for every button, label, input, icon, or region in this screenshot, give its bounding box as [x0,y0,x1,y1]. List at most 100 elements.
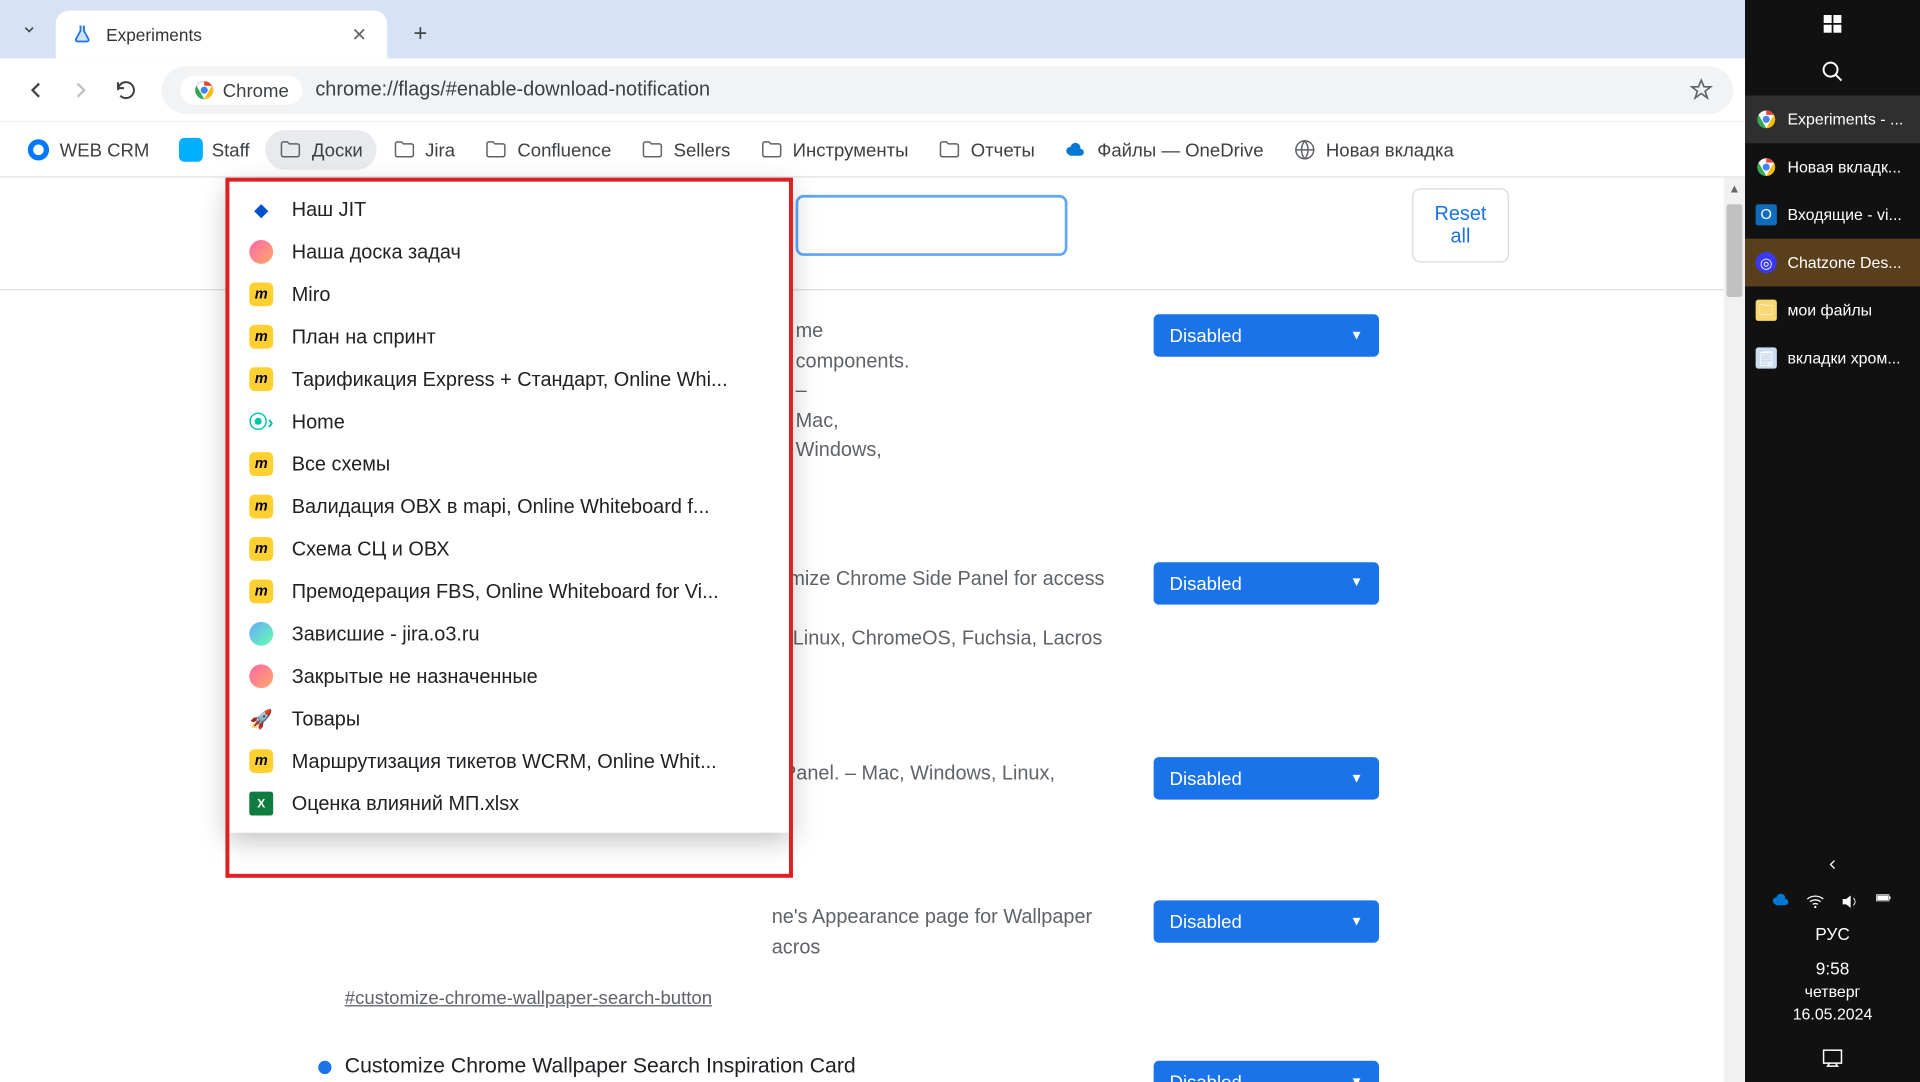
bookmark-label: WEB CRM [60,139,150,160]
new-tab-button[interactable]: + [400,13,440,53]
site-icon: ⦿› [249,410,273,434]
flag-state-select[interactable]: Disabled▼ [1154,757,1379,799]
bookmark-item[interactable]: WEB CRM [13,129,162,169]
dropdown-item[interactable]: Наша доска задач [228,231,790,273]
dropdown-item-label: Закрытые не назначенные [292,665,538,688]
flag-desc-fragment: tomize Chrome Side Panel for access to [772,564,1114,624]
onedrive-tray-icon[interactable] [1770,891,1791,912]
bookmark-item[interactable]: Confluence [471,129,625,169]
bookmarks-folder-dropdown: ◆Наш JITНаша доска задачmMiromПлан на сп… [228,180,790,832]
dropdown-item[interactable]: ⦿›Home [228,400,790,442]
folder-icon [640,137,664,161]
scrollbar-thumb[interactable] [1726,204,1742,297]
taskbar-item-label: Входящие - vi... [1787,206,1901,225]
site-chip[interactable]: Chrome [180,75,302,104]
wifi-tray-icon[interactable] [1805,891,1826,912]
flask-icon [72,24,93,45]
flag-title: Customize Chrome Wallpaper Search Inspir… [345,1055,856,1079]
dropdown-item-label: Наша доска задач [292,241,461,264]
miro-icon: m [249,282,273,306]
tab-title: Experiments [106,25,202,45]
dropdown-item[interactable]: Закрытые не назначенные [228,655,790,697]
chevron-down-icon: ▼ [1350,914,1363,929]
site-icon [249,664,273,688]
bookmark-label: Staff [212,139,250,160]
flag-state-select[interactable]: Disabled▼ [1154,900,1379,942]
chrome-icon [1756,156,1777,177]
bookmark-item[interactable]: Staff [165,129,263,169]
flag-state-select[interactable]: Disabled▼ [1154,314,1379,356]
flag-state-select[interactable]: Disabled▼ [1154,1061,1379,1082]
tabs-dropdown-button[interactable] [11,11,48,48]
taskbar-item[interactable]: OВходящие - vi... [1745,191,1920,239]
dropdown-item[interactable]: Зависшие - jira.o3.ru [228,613,790,655]
back-button[interactable] [13,67,58,112]
action-center-button[interactable] [1745,1034,1920,1082]
clock[interactable]: 9:58 четверг 16.05.2024 [1793,958,1873,1027]
chevron-down-icon: ▼ [1350,575,1363,590]
reload-button[interactable] [103,67,148,112]
flag-anchor-link[interactable]: #customize-chrome-wallpaper-search-butto… [318,987,712,1008]
address-bar[interactable]: Chrome chrome://flags/#enable-download-n… [162,66,1733,114]
dropdown-item-label: План на спринт [292,326,436,349]
reset-all-button[interactable]: Reset all [1412,188,1509,262]
app-icon: ◎ [1756,252,1777,273]
bookmark-item[interactable]: Новая вкладка [1279,129,1467,169]
bookmark-item[interactable]: Jira [379,129,469,169]
volume-tray-icon[interactable] [1839,891,1860,912]
chevron-down-icon: ▼ [1350,1075,1363,1082]
dropdown-item[interactable]: m Miro [228,273,790,315]
bookmark-item[interactable]: Файлы — OneDrive [1051,129,1277,169]
miro-icon: m [249,537,273,561]
start-button[interactable] [1745,0,1920,48]
folder-icon [279,137,303,161]
dropdown-item[interactable]: mВсе схемы [228,443,790,485]
bookmark-item[interactable]: Инструменты [746,129,921,169]
excel-icon: X [249,792,273,816]
site-chip-label: Chrome [223,79,289,100]
tab-close-button[interactable]: ✕ [347,23,371,47]
dropdown-item[interactable]: mТарификация Express + Стандарт, Online … [228,358,790,400]
bookmark-star-icon[interactable] [1688,76,1715,103]
flag-desc-fragment: ne's Appearance page for Wallpaper [772,903,1114,933]
chevron-down-icon: ▼ [1350,328,1363,343]
taskbar-item[interactable]: 🗒вкладки хром... [1745,334,1920,382]
bookmark-label: Файлы — OneDrive [1097,139,1263,160]
dropdown-item[interactable]: mПремодерация FBS, Online Whiteboard for… [228,570,790,612]
bookmark-item[interactable]: Отчеты [924,129,1048,169]
flag-state-select[interactable]: Disabled▼ [1154,562,1379,604]
dropdown-item-label: Товары [292,707,360,730]
dropdown-item-label: Премодерация FBS, Online Whiteboard for … [292,580,719,603]
folder-icon [938,137,962,161]
taskbar-item[interactable]: Новая вкладк... [1745,143,1920,191]
taskbar-item[interactable]: 🗀мои файлы [1745,286,1920,334]
site-icon [179,137,203,161]
flags-search-input[interactable] [796,195,1068,256]
miro-icon: m [249,325,273,349]
dropdown-item[interactable]: m План на спринт [228,316,790,358]
battery-tray-icon[interactable] [1874,891,1895,912]
bookmark-item[interactable]: Sellers [627,129,743,169]
jira-icon: ◆ [249,198,273,222]
input-language-indicator[interactable]: РУС [1815,923,1850,947]
dropdown-item[interactable]: XОценка влияний МП.xlsx [228,782,790,824]
dropdown-item[interactable]: mСхема СЦ и ОВХ [228,528,790,570]
folder-icon [392,137,416,161]
dropdown-item[interactable]: ◆Наш JIT [228,188,790,230]
dropdown-item[interactable]: mМаршрутизация тикетов WCRM, Online Whit… [228,740,790,782]
tray-expand-button[interactable] [1745,846,1920,883]
dropdown-item-label: Miro [292,283,331,306]
folder-icon [760,137,784,161]
dropdown-item[interactable]: mВалидация ОВХ в mapi, Online Whiteboard… [228,485,790,527]
tab[interactable]: Experiments ✕ [56,11,388,59]
taskbar-item[interactable]: Experiments - ... [1745,95,1920,143]
dropdown-item[interactable]: 🚀Товары [228,697,790,739]
search-button[interactable] [1745,48,1920,96]
folder-icon [484,137,508,161]
bookmark-label: Новая вкладка [1326,139,1454,160]
scrollbar[interactable]: ▲ [1724,178,1745,1082]
taskbar-item[interactable]: ◎Chatzone Des... [1745,239,1920,287]
bookmark-item[interactable]: Доски [265,129,376,169]
bookmark-label: Jira [425,139,455,160]
scroll-up-icon[interactable]: ▲ [1724,178,1745,199]
